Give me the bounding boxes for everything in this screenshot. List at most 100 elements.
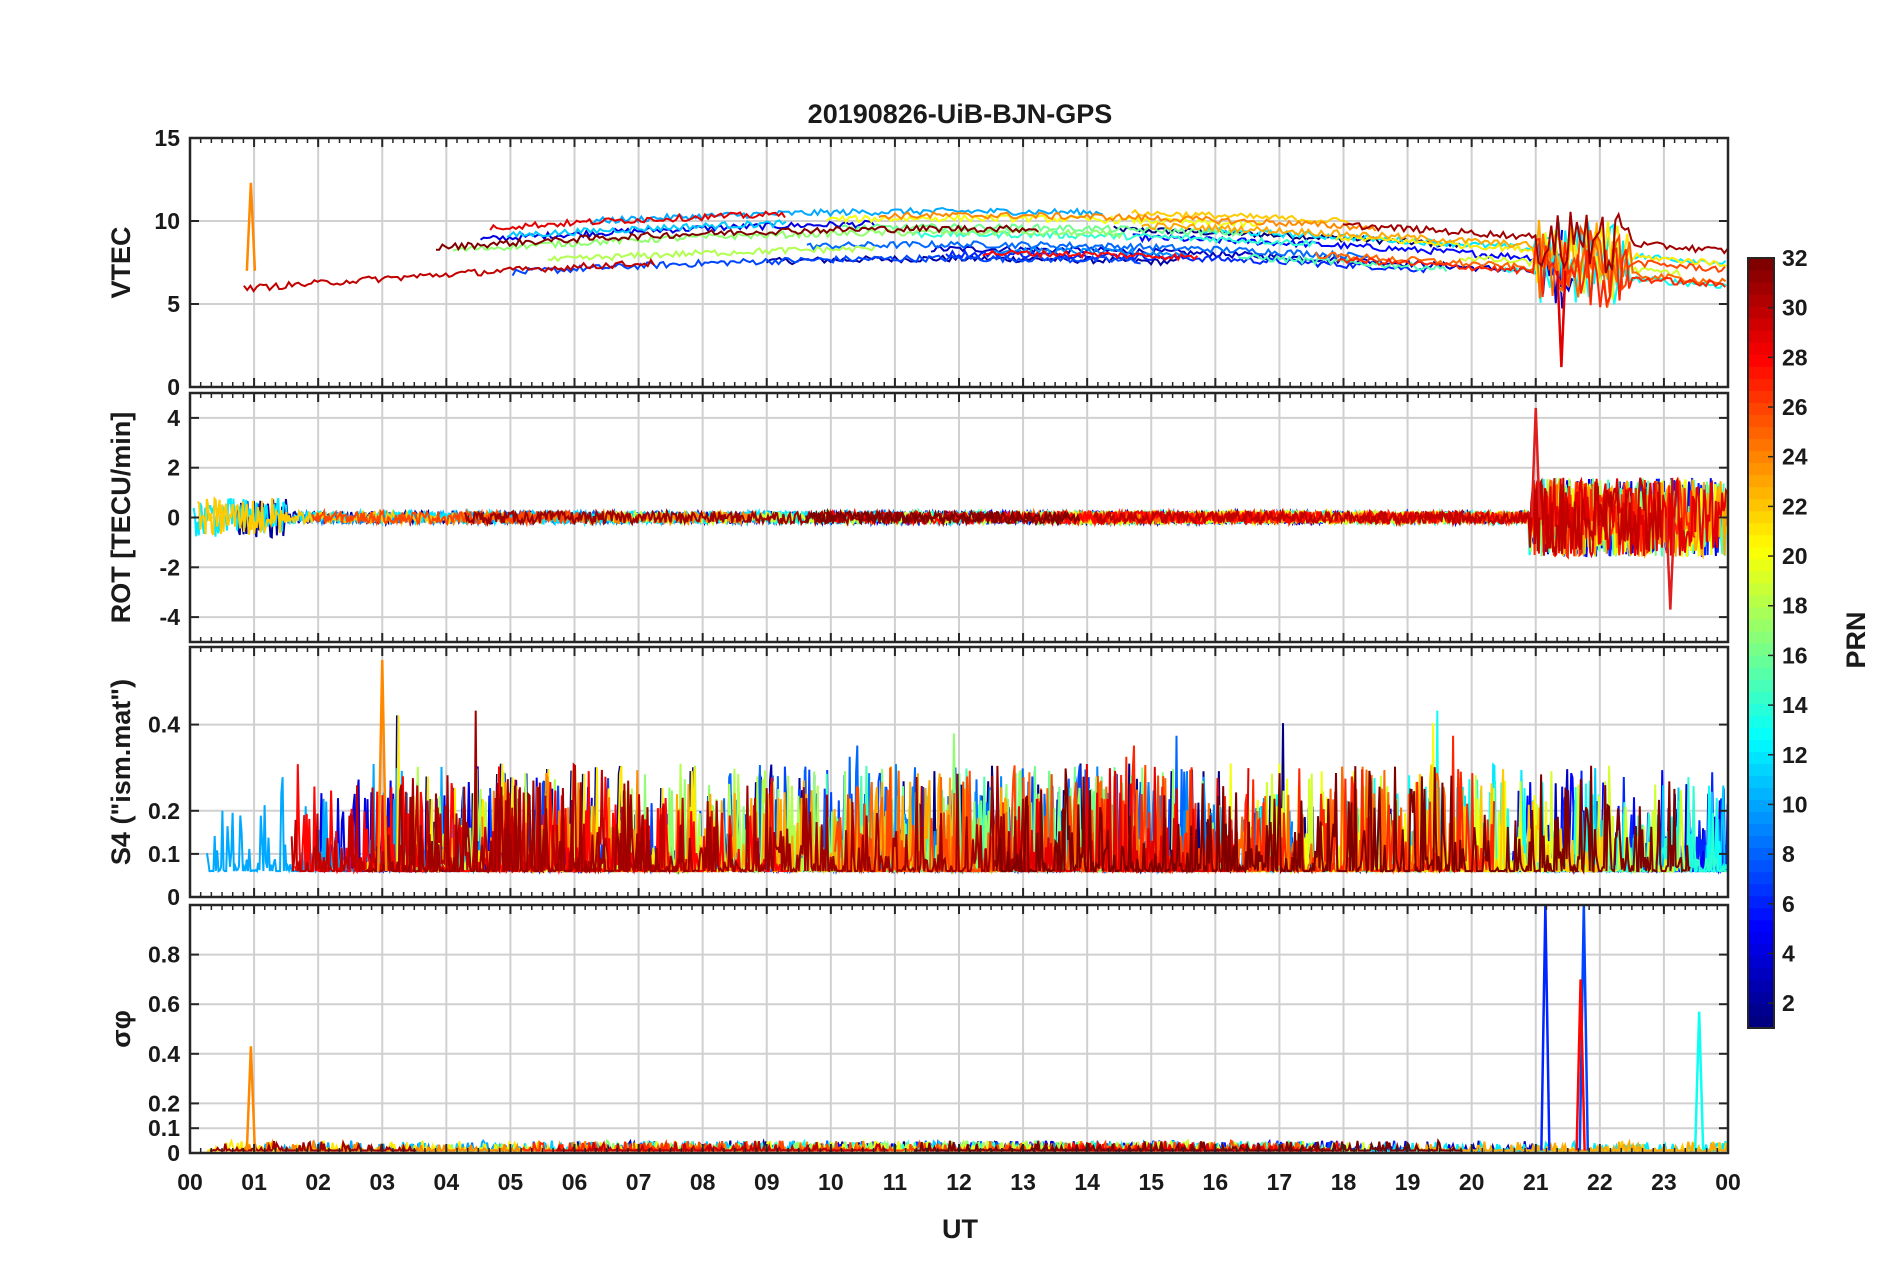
x-tick-label: 21 <box>1523 1169 1549 1195</box>
x-tick-label: 07 <box>626 1169 652 1195</box>
colorbar-step <box>1748 931 1774 945</box>
x-tick-label: 17 <box>1267 1169 1293 1195</box>
y-tick-label: 4 <box>167 405 180 431</box>
colorbar-step <box>1748 955 1774 969</box>
colorbar-tick-label: 8 <box>1782 841 1795 867</box>
colorbar-step <box>1748 534 1774 548</box>
y-tick-label: 0 <box>167 1140 180 1166</box>
colorbar-step <box>1748 643 1774 656</box>
colorbar-step <box>1748 775 1774 788</box>
y-tick-label: 0.1 <box>148 1115 180 1141</box>
y-tick-label: 0 <box>167 505 180 531</box>
x-tick-label: 03 <box>369 1169 395 1195</box>
colorbar-step <box>1748 835 1774 849</box>
colorbar-step <box>1748 727 1774 740</box>
y-tick-label: 2 <box>167 455 180 481</box>
colorbar-step <box>1748 919 1774 933</box>
panel-3: 0 0.1 0.2 0.4 S4 ("ism.mat") <box>106 645 1730 910</box>
colorbar-tick-label: 16 <box>1782 642 1808 668</box>
x-tick-label: 00 <box>1715 1169 1741 1195</box>
colorbar-tick-label: 12 <box>1782 742 1808 768</box>
colorbar-step <box>1748 318 1774 331</box>
colorbar-step <box>1748 390 1774 403</box>
colorbar-step <box>1748 895 1774 909</box>
y-tick-label: 0.6 <box>148 991 180 1017</box>
colorbar-step <box>1748 979 1774 993</box>
colorbar-step <box>1748 751 1774 764</box>
y-axis-label: σφ <box>106 1010 136 1048</box>
x-axis-label: UT <box>942 1214 978 1244</box>
colorbar-step <box>1748 342 1774 355</box>
colorbar-step <box>1748 630 1774 644</box>
x-tick-label: 16 <box>1203 1169 1229 1195</box>
y-axis-label: VTEC <box>106 226 136 298</box>
x-tick-label: 11 <box>883 1169 908 1195</box>
x-tick-label: 01 <box>241 1169 267 1195</box>
colorbar-step <box>1748 799 1774 813</box>
colorbar-tick-label: 6 <box>1782 891 1795 917</box>
panel-4: 00.10.2 0.4 0.6 0.8 σφ <box>106 903 1730 1166</box>
colorbar-step <box>1748 378 1774 391</box>
colorbar-step <box>1748 558 1774 572</box>
colorbar-step <box>1748 354 1774 367</box>
colorbar-step <box>1748 871 1774 885</box>
colorbar-step <box>1748 667 1774 680</box>
colorbar-step <box>1748 787 1774 801</box>
x-tick-label: 14 <box>1074 1169 1100 1195</box>
panel-2: -4 -2 0 2 4 ROT [TECU/min] <box>106 391 1730 644</box>
colorbar-step <box>1748 679 1774 692</box>
colorbar-step <box>1748 823 1774 837</box>
colorbar-tick-label: 22 <box>1782 493 1808 519</box>
y-axis-label: S4 ("ism.mat") <box>106 679 136 865</box>
x-tick-label: 06 <box>562 1169 588 1195</box>
colorbar-step <box>1748 1015 1774 1029</box>
colorbar-step <box>1748 330 1774 343</box>
colorbar-step <box>1748 414 1774 428</box>
colorbar-tick-label: 20 <box>1782 543 1808 569</box>
x-tick-label: 22 <box>1587 1169 1613 1195</box>
colorbar-tick-label: 26 <box>1782 394 1808 420</box>
colorbar-tick-label: 30 <box>1782 295 1808 321</box>
y-tick-label: 15 <box>154 125 180 151</box>
x-tick-label: 18 <box>1331 1169 1357 1195</box>
y-tick-label: 0 <box>167 884 180 910</box>
y-tick-label: 0.4 <box>148 712 180 738</box>
colorbar-step <box>1748 1003 1774 1017</box>
colorbar-tick-label: 32 <box>1782 245 1808 271</box>
colorbar-step <box>1748 438 1774 452</box>
x-tick-label: 23 <box>1651 1169 1677 1195</box>
colorbar-tick-label: 4 <box>1782 940 1795 966</box>
colorbar-step <box>1748 498 1774 512</box>
colorbar-step <box>1748 655 1774 668</box>
colorbar-step <box>1748 763 1774 776</box>
x-tick-label: 04 <box>434 1169 460 1195</box>
colorbar-tick-label: 14 <box>1782 692 1808 718</box>
y-tick-label: 0.2 <box>148 1090 180 1116</box>
panel-1: 0 5 10 15 VTEC <box>106 125 1730 400</box>
colorbar-step <box>1748 691 1774 704</box>
x-tick-label: 09 <box>754 1169 780 1195</box>
colorbar-step <box>1748 546 1774 560</box>
colorbar-label: PRN <box>1841 611 1871 668</box>
x-tick-label: 13 <box>1010 1169 1036 1195</box>
y-axis-label: ROT [TECU/min] <box>106 412 136 623</box>
colorbar-step <box>1748 883 1774 897</box>
colorbar-step <box>1748 859 1774 873</box>
y-tick-label: 0.2 <box>148 798 180 824</box>
colorbar-step <box>1748 462 1774 476</box>
colorbar-tick-label: 28 <box>1782 344 1808 370</box>
figure: 20190826-UiB-BJN-GPS UT 051015VTEC-4-202… <box>0 0 1902 1272</box>
colorbar-step <box>1748 618 1774 632</box>
colorbar-step <box>1748 486 1774 500</box>
colorbar-step <box>1748 606 1774 620</box>
y-tick-label: 10 <box>154 208 180 234</box>
x-tick-label: 10 <box>818 1169 844 1195</box>
colorbar-step <box>1748 270 1774 283</box>
y-tick-label: 0 <box>167 374 180 400</box>
colorbar-tick-label: 18 <box>1782 593 1808 619</box>
colorbar-step <box>1748 294 1774 307</box>
x-tick-label: 19 <box>1395 1169 1421 1195</box>
x-tick-label: 00 <box>177 1169 203 1195</box>
colorbar-step <box>1748 510 1774 524</box>
colorbar-step <box>1748 282 1774 295</box>
